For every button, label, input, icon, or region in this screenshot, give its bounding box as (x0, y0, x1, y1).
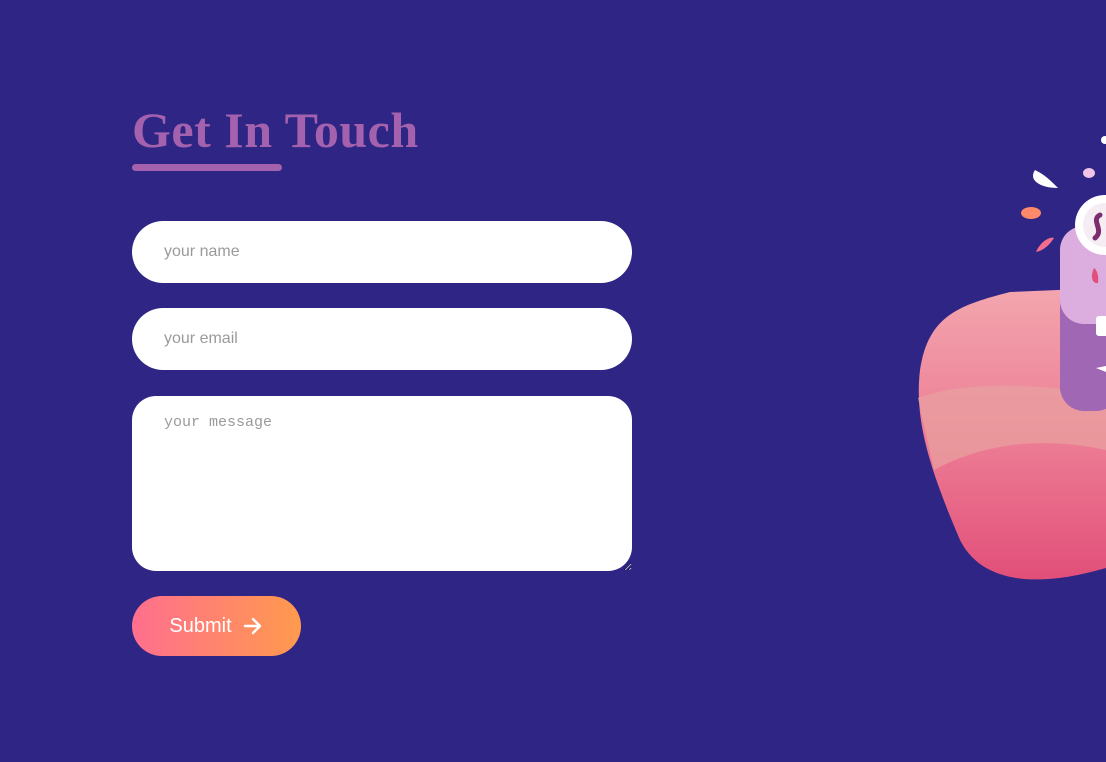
title-underline (132, 164, 282, 171)
submit-button-label: Submit (169, 614, 232, 637)
page-title: Get In Touch (132, 102, 419, 158)
contact-page: Get In Touch Submit (0, 0, 1106, 762)
arrow-right-icon (242, 615, 264, 637)
contact-illustration (918, 136, 1106, 580)
name-input[interactable] (132, 221, 632, 283)
jar-label-shape (1096, 316, 1106, 336)
confetti-shape (1032, 170, 1058, 188)
email-input[interactable] (132, 308, 632, 370)
submit-button[interactable]: Submit (132, 596, 301, 656)
message-textarea[interactable] (132, 396, 632, 571)
